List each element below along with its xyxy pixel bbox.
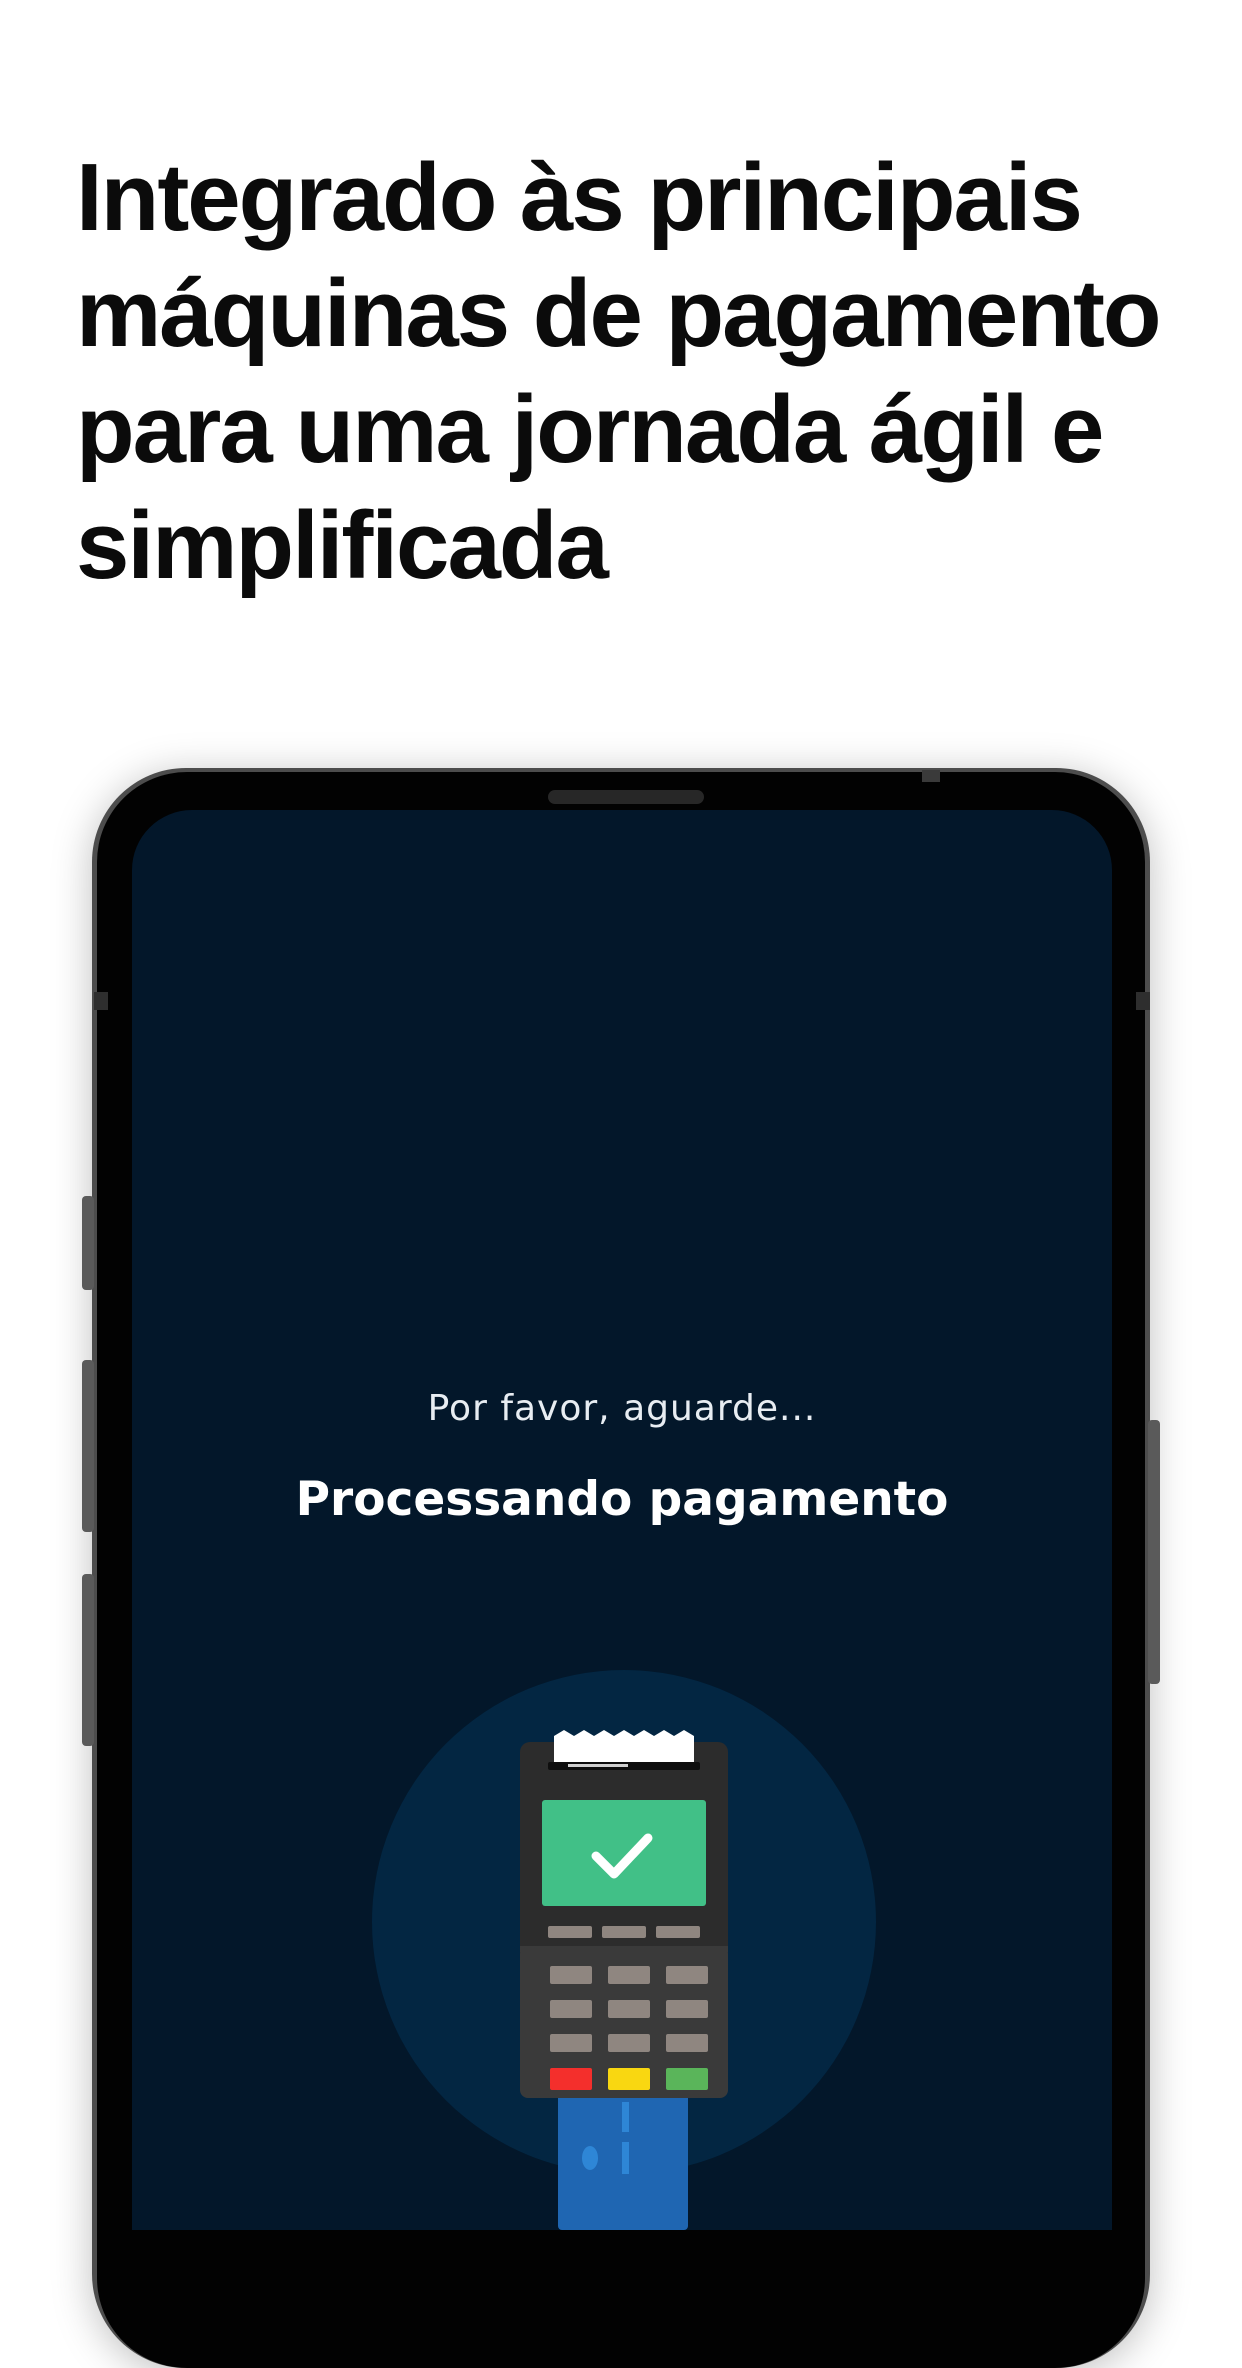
antenna-band-top (922, 770, 940, 782)
phone-volume-up-button (82, 1360, 94, 1532)
phone-volume-down-button (82, 1574, 94, 1746)
payment-terminal-illustration (372, 1670, 876, 2230)
cancel-key (550, 2068, 592, 2090)
clear-key (608, 2068, 650, 2090)
headline-line-1: Integrado às principais (76, 144, 1083, 251)
wait-message: Por favor, aguarde... (427, 1388, 817, 1429)
headline: Integrado às principais máquinas de paga… (76, 140, 1216, 604)
antenna-band-right (1136, 992, 1150, 1010)
processing-payment-status: Processando pagamento (295, 1472, 949, 1527)
phone-speaker (548, 790, 704, 804)
headline-line-3: para uma jornada ágil e (76, 376, 1104, 483)
terminal-display (542, 1800, 706, 1906)
phone-power-button (1148, 1420, 1160, 1684)
phone-mute-switch (82, 1196, 94, 1290)
headline-line-2: máquinas de pagamento (76, 260, 1162, 367)
confirm-key (666, 2068, 708, 2090)
antenna-band-left (94, 992, 108, 1010)
headline-line-4: simplificada (76, 492, 609, 599)
phone-screen: Por favor, aguarde... Processando pagame… (132, 810, 1112, 2230)
